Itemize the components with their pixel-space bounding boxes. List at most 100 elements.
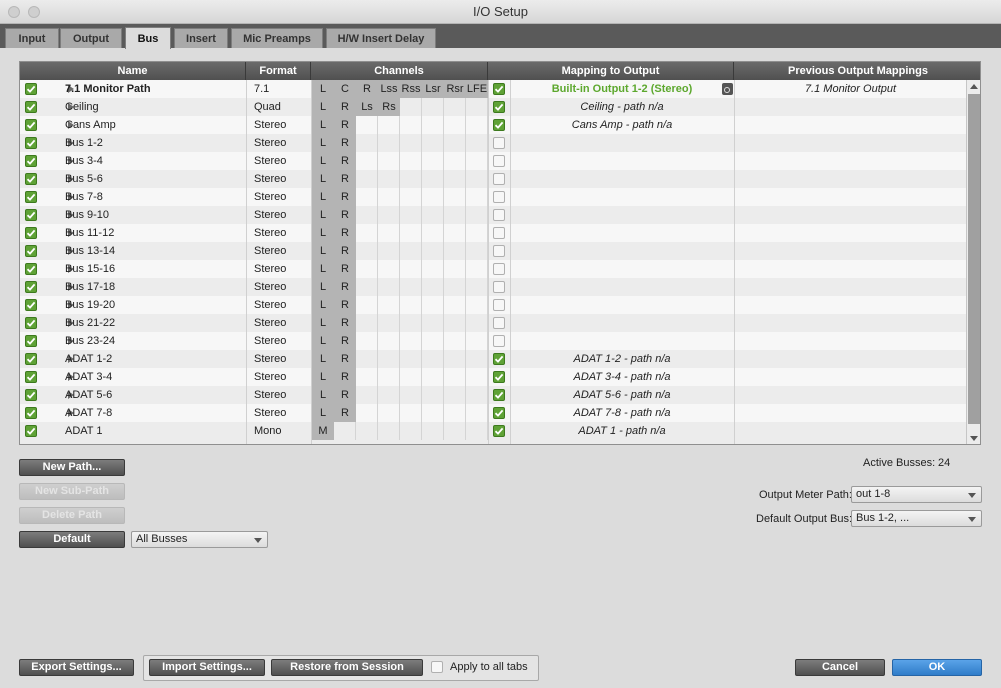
mapping-to-output[interactable]: [510, 188, 734, 206]
mapping-checkbox[interactable]: [493, 425, 505, 437]
mapping-to-output[interactable]: [510, 260, 734, 278]
row-format[interactable]: Stereo: [254, 224, 309, 242]
row-format[interactable]: Stereo: [254, 278, 309, 296]
mapping-to-output[interactable]: [510, 134, 734, 152]
cancel-button[interactable]: Cancel: [795, 659, 885, 676]
row-format[interactable]: Stereo: [254, 206, 309, 224]
tab-bus[interactable]: Bus: [125, 27, 171, 49]
scroll-thumb[interactable]: [968, 94, 980, 424]
row-name[interactable]: Bus 9-10: [65, 206, 243, 224]
mapping-checkbox[interactable]: [493, 317, 505, 329]
row-name[interactable]: Bus 5-6: [65, 170, 243, 188]
table-row[interactable]: Bus 13-14 Stereo L R: [20, 242, 966, 260]
table-row[interactable]: Bus 7-8 Stereo L R: [20, 188, 966, 206]
mapping-to-output[interactable]: [510, 170, 734, 188]
row-name[interactable]: 7.1 Monitor Path: [65, 80, 243, 98]
mapping-to-output[interactable]: ADAT 1-2 - path n/a: [510, 350, 734, 368]
table-row[interactable]: Bus 23-24 Stereo L R: [20, 332, 966, 350]
row-active-checkbox[interactable]: [25, 389, 37, 401]
row-format[interactable]: Mono: [254, 422, 309, 440]
table-row[interactable]: ADAT 1 Mono M ADAT 1 - path n/a: [20, 422, 966, 440]
row-name[interactable]: Bus 19-20: [65, 296, 243, 314]
restore-from-session-button[interactable]: Restore from Session: [271, 659, 423, 676]
row-active-checkbox[interactable]: [25, 425, 37, 437]
row-format[interactable]: Stereo: [254, 134, 309, 152]
row-name[interactable]: ADAT 7-8: [65, 404, 243, 422]
mapping-to-output[interactable]: [510, 278, 734, 296]
table-row[interactable]: ADAT 3-4 Stereo L R ADAT 3-4 - path n/a: [20, 368, 966, 386]
scroll-down-icon[interactable]: [970, 436, 978, 441]
table-row[interactable]: Bus 15-16 Stereo L R: [20, 260, 966, 278]
mapping-to-output[interactable]: Built-in Output 1-2 (Stereo): [510, 80, 734, 98]
table-row[interactable]: Bus 11-12 Stereo L R: [20, 224, 966, 242]
export-settings-button[interactable]: Export Settings...: [19, 659, 134, 676]
mapping-to-output[interactable]: [510, 314, 734, 332]
mapping-checkbox[interactable]: [493, 281, 505, 293]
row-name[interactable]: Bus 1-2: [65, 134, 243, 152]
bus-filter-select[interactable]: All Busses: [131, 531, 268, 548]
table-row[interactable]: ADAT 7-8 Stereo L R ADAT 7-8 - path n/a: [20, 404, 966, 422]
table-row[interactable]: Bus 3-4 Stereo L R: [20, 152, 966, 170]
mapping-checkbox[interactable]: [493, 353, 505, 365]
default-output-bus-select[interactable]: Bus 1-2, ...: [851, 510, 982, 527]
row-name[interactable]: Bus 23-24: [65, 332, 243, 350]
mapping-to-output[interactable]: [510, 152, 734, 170]
row-name[interactable]: Cans Amp: [65, 116, 243, 134]
row-format[interactable]: Stereo: [254, 404, 309, 422]
mapping-to-output[interactable]: [510, 224, 734, 242]
row-active-checkbox[interactable]: [25, 317, 37, 329]
row-format[interactable]: Stereo: [254, 386, 309, 404]
row-name[interactable]: ADAT 5-6: [65, 386, 243, 404]
mapping-checkbox[interactable]: [493, 263, 505, 275]
row-active-checkbox[interactable]: [25, 245, 37, 257]
row-name[interactable]: ADAT 1-2: [65, 350, 243, 368]
row-format[interactable]: Stereo: [254, 368, 309, 386]
row-format[interactable]: Stereo: [254, 332, 309, 350]
row-name[interactable]: Bus 11-12: [65, 224, 243, 242]
table-row[interactable]: Bus 9-10 Stereo L R: [20, 206, 966, 224]
row-active-checkbox[interactable]: [25, 353, 37, 365]
default-button[interactable]: Default: [19, 531, 125, 548]
mapping-to-output[interactable]: ADAT 1 - path n/a: [510, 422, 734, 440]
row-active-checkbox[interactable]: [25, 191, 37, 203]
row-active-checkbox[interactable]: [25, 335, 37, 347]
table-row[interactable]: Bus 21-22 Stereo L R: [20, 314, 966, 332]
row-format[interactable]: Stereo: [254, 242, 309, 260]
tab-output[interactable]: Output: [60, 28, 122, 48]
row-format[interactable]: Stereo: [254, 188, 309, 206]
row-format[interactable]: 7.1: [254, 80, 309, 98]
header-format[interactable]: Format: [246, 62, 311, 80]
mapping-checkbox[interactable]: [493, 245, 505, 257]
row-active-checkbox[interactable]: [25, 173, 37, 185]
mapping-checkbox[interactable]: [493, 371, 505, 383]
mapping-checkbox[interactable]: [493, 335, 505, 347]
delete-path-button[interactable]: Delete Path: [19, 507, 125, 524]
mapping-to-output[interactable]: [510, 296, 734, 314]
table-row[interactable]: Bus 5-6 Stereo L R: [20, 170, 966, 188]
row-format[interactable]: Quad: [254, 98, 309, 116]
row-name[interactable]: Bus 15-16: [65, 260, 243, 278]
apply-to-all-tabs-checkbox[interactable]: [431, 661, 443, 673]
header-name[interactable]: Name: [20, 62, 246, 80]
mapping-checkbox[interactable]: [493, 407, 505, 419]
row-format[interactable]: Stereo: [254, 170, 309, 188]
output-meter-path-select[interactable]: out 1-8: [851, 486, 982, 503]
row-active-checkbox[interactable]: [25, 119, 37, 131]
row-name[interactable]: Bus 7-8: [65, 188, 243, 206]
row-active-checkbox[interactable]: [25, 371, 37, 383]
ok-button[interactable]: OK: [892, 659, 982, 676]
scroll-up-icon[interactable]: [970, 84, 978, 89]
mapping-checkbox[interactable]: [493, 389, 505, 401]
row-name[interactable]: Bus 17-18: [65, 278, 243, 296]
row-active-checkbox[interactable]: [25, 101, 37, 113]
row-active-checkbox[interactable]: [25, 281, 37, 293]
mapping-checkbox[interactable]: [493, 137, 505, 149]
table-row[interactable]: Bus 1-2 Stereo L R: [20, 134, 966, 152]
table-row[interactable]: Cans Amp Stereo L R Cans Amp - path n/a: [20, 116, 966, 134]
mapping-to-output[interactable]: ADAT 7-8 - path n/a: [510, 404, 734, 422]
table-row[interactable]: ADAT 1-2 Stereo L R ADAT 1-2 - path n/a: [20, 350, 966, 368]
row-active-checkbox[interactable]: [25, 263, 37, 275]
mapping-checkbox[interactable]: [493, 191, 505, 203]
row-name[interactable]: ADAT 3-4: [65, 368, 243, 386]
import-settings-button[interactable]: Import Settings...: [149, 659, 265, 676]
